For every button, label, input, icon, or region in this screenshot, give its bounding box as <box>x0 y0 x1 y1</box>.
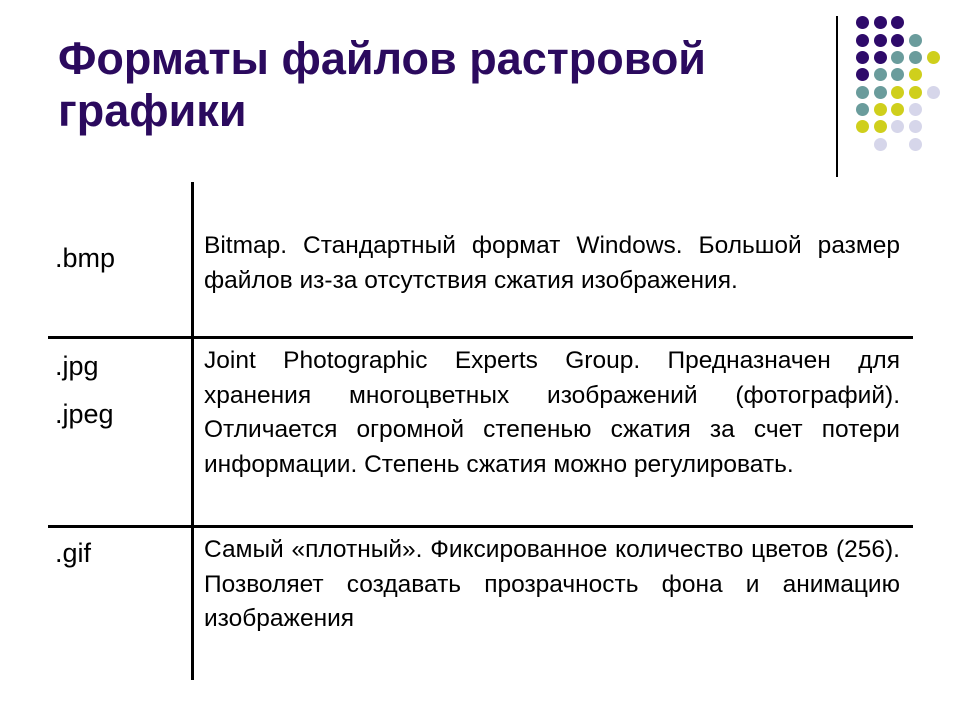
format-cell: .gif <box>55 529 91 577</box>
dot-teal <box>909 34 922 47</box>
dot-purple <box>874 51 887 64</box>
dot-yellow <box>909 68 922 81</box>
description-cell: Bitmap. Стандартный формат Windows. Боль… <box>204 232 900 294</box>
dot-purple <box>891 34 904 47</box>
slide-title-line-1: Форматы файлов растровой <box>58 33 706 84</box>
dot-teal <box>856 103 869 116</box>
dot-purple <box>856 34 869 47</box>
dot-yellow <box>874 103 887 116</box>
format-label: .jpeg <box>55 399 114 429</box>
format-label: .jpg <box>55 351 99 381</box>
dot-yellow <box>891 86 904 99</box>
dot-lavender <box>874 138 887 151</box>
dot-yellow <box>891 103 904 116</box>
dot-yellow <box>927 51 940 64</box>
decorative-divider <box>836 16 838 177</box>
table-column-divider <box>191 182 194 680</box>
dot-purple <box>856 51 869 64</box>
slide-title: Форматы файлов растровой графики <box>58 33 818 137</box>
dot-lavender <box>909 103 922 116</box>
dot-purple <box>874 34 887 47</box>
table-row-divider <box>48 336 913 339</box>
format-cell: .bmp <box>55 234 115 282</box>
dot-purple <box>874 16 887 29</box>
dot-teal <box>909 51 922 64</box>
dot-yellow <box>856 120 869 133</box>
description-cell: Joint Photographic Experts Group. Предна… <box>204 347 900 478</box>
format-cell: .jpg .jpeg <box>55 342 114 438</box>
dot-yellow <box>874 120 887 133</box>
dot-teal <box>891 68 904 81</box>
dot-teal <box>891 51 904 64</box>
dot-lavender <box>909 120 922 133</box>
format-label: .gif <box>55 538 92 568</box>
slide-title-line-2: графики <box>58 85 247 136</box>
dot-lavender <box>927 86 940 99</box>
dot-purple <box>856 68 869 81</box>
table-row-divider <box>48 525 913 528</box>
dot-purple <box>856 16 869 29</box>
dot-yellow <box>909 86 922 99</box>
dot-teal <box>874 86 887 99</box>
description-cell: Самый «плотный». Фиксированное количеств… <box>204 536 900 632</box>
dot-purple <box>891 16 904 29</box>
dot-teal <box>874 68 887 81</box>
format-label: .bmp <box>55 243 116 273</box>
dot-lavender <box>909 138 922 151</box>
dot-lavender <box>891 120 904 133</box>
dot-teal <box>856 86 869 99</box>
